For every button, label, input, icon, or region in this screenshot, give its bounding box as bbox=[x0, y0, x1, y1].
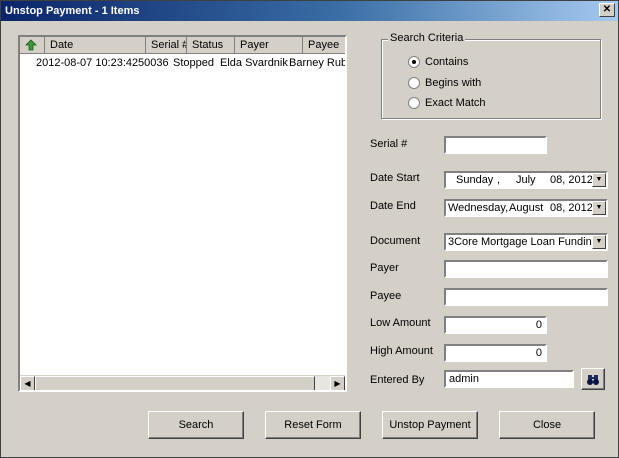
radio-button[interactable] bbox=[408, 77, 420, 89]
radio-label: Begins with bbox=[425, 77, 482, 89]
date-end-month: August bbox=[509, 202, 544, 214]
close-button[interactable]: Close bbox=[499, 411, 595, 439]
document-value: 3Core Mortgage Loan Funding Tran bbox=[448, 236, 593, 248]
payee-input[interactable] bbox=[444, 288, 608, 306]
scrollbar-thumb[interactable] bbox=[35, 376, 315, 390]
entered-by-label: Entered By bbox=[370, 374, 425, 386]
unstop-payment-button[interactable]: Unstop Payment bbox=[382, 411, 478, 439]
radio-button[interactable] bbox=[408, 97, 420, 109]
date-start-label: Date Start bbox=[370, 172, 420, 184]
row-date: 2012-08-07 10:23:42 bbox=[36, 57, 139, 69]
document-label: Document bbox=[370, 235, 421, 247]
list-header: Date Serial # Status Payer Payee bbox=[20, 37, 345, 54]
column-header-status[interactable]: Status bbox=[187, 37, 235, 54]
date-start-picker[interactable]: Sunday , July 08, 2012 ▼ bbox=[444, 171, 608, 189]
chevron-down-icon[interactable]: ▼ bbox=[592, 235, 606, 249]
payee-label: Payee bbox=[370, 290, 402, 302]
lookup-user-button[interactable] bbox=[581, 368, 605, 390]
close-icon[interactable]: ✕ bbox=[599, 3, 615, 17]
radio-button-checked[interactable] bbox=[408, 56, 420, 68]
serial-input[interactable] bbox=[444, 136, 547, 154]
date-start-month: July bbox=[516, 174, 536, 186]
column-header-payer[interactable]: Payer bbox=[235, 37, 303, 54]
date-end-day-year: 08, 2012 bbox=[550, 202, 593, 214]
column-header-serial[interactable]: Serial # bbox=[146, 37, 187, 54]
row-payee: Barney Rubble bbox=[289, 57, 347, 69]
column-header-date[interactable]: Date bbox=[45, 37, 146, 54]
date-end-picker[interactable]: Wednesday, August 08, 2012 ▼ bbox=[444, 199, 608, 217]
date-end-weekday: Wednesday, bbox=[448, 202, 509, 214]
search-criteria-title: Search Criteria bbox=[388, 32, 466, 44]
table-row[interactable]: 2012-08-07 10:23:42 50036 Stopped Elda S… bbox=[20, 55, 345, 71]
binoculars-icon bbox=[587, 375, 599, 385]
date-start-sep: , bbox=[497, 174, 501, 186]
date-start-day-year: 08, 2012 bbox=[550, 174, 593, 186]
date-start-weekday: Sunday bbox=[456, 174, 494, 186]
search-criteria-group: Search Criteria Contains Begins with Exa… bbox=[381, 32, 601, 119]
high-amount-label: High Amount bbox=[370, 345, 433, 357]
up-arrow-icon bbox=[25, 39, 37, 51]
unstop-payment-window: Unstop Payment - 1 Items ✕ Date Serial #… bbox=[0, 0, 619, 458]
row-payer: Elda Svardnik bbox=[220, 57, 288, 69]
title-bar: Unstop Payment - 1 Items ✕ bbox=[1, 1, 618, 21]
reset-form-button[interactable]: Reset Form bbox=[265, 411, 361, 439]
low-amount-label: Low Amount bbox=[370, 317, 431, 329]
column-header-payee[interactable]: Payee bbox=[303, 37, 345, 54]
document-select[interactable]: 3Core Mortgage Loan Funding Tran ▼ bbox=[444, 233, 608, 251]
row-status: Stopped bbox=[173, 57, 214, 69]
radio-label: Exact Match bbox=[425, 97, 486, 109]
window-title: Unstop Payment - 1 Items bbox=[5, 5, 140, 17]
chevron-down-icon[interactable]: ▼ bbox=[592, 173, 606, 187]
results-list[interactable]: Date Serial # Status Payer Payee 2012-08… bbox=[18, 35, 347, 392]
high-amount-input[interactable]: 0 bbox=[444, 344, 547, 362]
serial-label: Serial # bbox=[370, 138, 408, 150]
sort-column-header[interactable] bbox=[20, 37, 45, 54]
payer-label: Payer bbox=[370, 262, 399, 274]
chevron-down-icon[interactable]: ▼ bbox=[592, 201, 606, 215]
radio-label: Contains bbox=[425, 56, 469, 68]
date-end-label: Date End bbox=[370, 200, 416, 212]
payer-input[interactable] bbox=[444, 260, 608, 278]
scroll-right-icon[interactable]: ▶ bbox=[330, 376, 345, 390]
entered-by-input[interactable]: admin bbox=[444, 370, 574, 388]
low-amount-input[interactable]: 0 bbox=[444, 316, 547, 334]
horizontal-scrollbar[interactable]: ◀ ▶ bbox=[20, 375, 345, 390]
search-button[interactable]: Search bbox=[148, 411, 244, 439]
scroll-left-icon[interactable]: ◀ bbox=[20, 376, 35, 390]
